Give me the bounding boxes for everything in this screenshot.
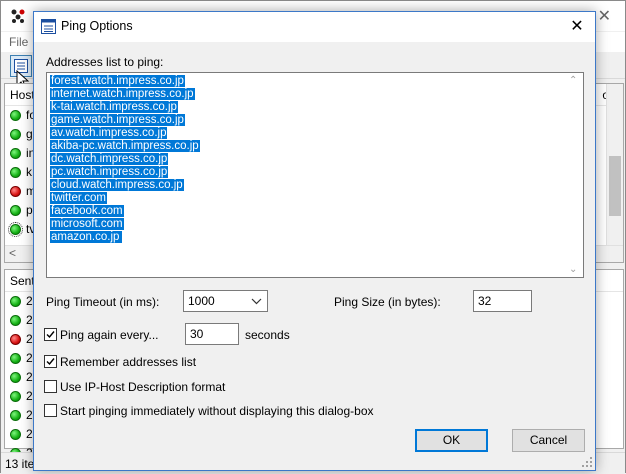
list-item-text: p bbox=[26, 203, 33, 217]
list-options-icon bbox=[41, 19, 56, 34]
address-text: microsoft.com bbox=[50, 218, 124, 230]
ping-again-checkbox[interactable] bbox=[44, 328, 57, 341]
chevron-down-icon bbox=[251, 298, 262, 305]
address-line: cloud.watch.impress.co.jp bbox=[50, 179, 200, 192]
hosts-list-scrollbar[interactable] bbox=[606, 84, 623, 262]
list-item-text: 2 bbox=[26, 332, 33, 346]
address-line: microsoft.com bbox=[50, 218, 200, 231]
address-line: pc.watch.impress.co.jp bbox=[50, 166, 200, 179]
dialog-titlebar: Ping Options ✕ bbox=[34, 12, 595, 42]
column-sent-header[interactable]: Sent bbox=[10, 274, 35, 288]
address-text: forest.watch.impress.co.jp bbox=[50, 75, 185, 87]
status-ok-icon bbox=[10, 410, 21, 421]
scroll-up-icon[interactable]: ⌃ bbox=[569, 75, 577, 86]
remember-addresses-checkbox[interactable] bbox=[44, 355, 57, 368]
status-ok-icon bbox=[10, 429, 21, 440]
cancel-button[interactable]: Cancel bbox=[512, 429, 585, 452]
checkmark-icon bbox=[46, 358, 55, 366]
address-text: twitter.com bbox=[50, 192, 107, 204]
iphost-format-label[interactable]: Use IP-Host Description format bbox=[60, 380, 225, 394]
status-ok-icon bbox=[10, 167, 21, 178]
addresses-scrollbar[interactable]: ⌃ ⌄ bbox=[566, 73, 583, 277]
address-line: k-tai.watch.impress.co.jp bbox=[50, 101, 200, 114]
main-close-icon[interactable]: ✕ bbox=[598, 6, 611, 26]
text-caret bbox=[120, 231, 123, 243]
ping-interval-input[interactable]: 30 bbox=[185, 323, 239, 345]
address-text: internet.watch.impress.co.jp bbox=[50, 88, 195, 100]
status-ok-icon bbox=[10, 129, 21, 140]
address-line: dc.watch.impress.co.jp bbox=[50, 153, 200, 166]
ok-button[interactable]: OK bbox=[415, 429, 488, 452]
status-ok-icon bbox=[10, 110, 21, 121]
app-icon bbox=[11, 9, 25, 23]
address-text: av.watch.impress.co.jp bbox=[50, 127, 168, 139]
address-line: game.watch.impress.co.jp bbox=[50, 114, 200, 127]
column-host-header[interactable]: Host bbox=[10, 88, 35, 102]
status-ok-icon bbox=[10, 315, 21, 326]
start-immediately-label[interactable]: Start pinging immediately without displa… bbox=[60, 404, 374, 418]
list-item-text: 2 bbox=[26, 408, 33, 422]
address-line: internet.watch.impress.co.jp bbox=[50, 88, 200, 101]
ping-again-label[interactable]: Ping again every... bbox=[60, 328, 159, 342]
address-text: cloud.watch.impress.co.jp bbox=[50, 179, 184, 191]
status-ok-icon bbox=[10, 296, 21, 307]
list-item-text: 2 bbox=[26, 370, 33, 384]
list-item-text: 2 bbox=[26, 294, 33, 308]
status-ok-icon bbox=[8, 222, 23, 237]
status-ok-icon bbox=[10, 148, 21, 159]
ping-timeout-value: 1000 bbox=[188, 294, 215, 308]
dialog-close-button[interactable]: ✕ bbox=[559, 12, 595, 41]
scroll-down-icon[interactable]: ⌄ bbox=[569, 264, 577, 275]
address-text: amazon.co.jp bbox=[50, 231, 121, 244]
status-failed-icon bbox=[10, 334, 21, 345]
ping-interval-value: 30 bbox=[190, 327, 204, 341]
checkmark-icon bbox=[46, 331, 55, 339]
status-ok-icon bbox=[10, 372, 21, 383]
start-immediately-checkbox[interactable] bbox=[44, 404, 57, 417]
address-text: game.watch.impress.co.jp bbox=[50, 114, 185, 126]
address-line: amazon.co.jp bbox=[50, 231, 200, 244]
list-item-text: g bbox=[26, 127, 33, 141]
close-icon: ✕ bbox=[570, 18, 584, 35]
resize-grip-icon[interactable] bbox=[581, 456, 593, 468]
seconds-label: seconds bbox=[245, 328, 290, 342]
status-ok-icon bbox=[10, 391, 21, 402]
remember-addresses-label[interactable]: Remember addresses list bbox=[60, 355, 196, 369]
address-text: pc.watch.impress.co.jp bbox=[50, 166, 169, 178]
status-ok-icon bbox=[10, 205, 21, 216]
status-failed-icon bbox=[10, 186, 21, 197]
address-line: facebook.com bbox=[50, 205, 200, 218]
addresses-textarea[interactable]: forest.watch.impress.co.jp internet.watch… bbox=[46, 72, 584, 278]
ping-size-input[interactable]: 32 bbox=[473, 290, 532, 312]
address-line: av.watch.impress.co.jp bbox=[50, 127, 200, 140]
dialog-title: Ping Options bbox=[61, 19, 133, 33]
list-item-text: 2 bbox=[26, 427, 33, 441]
list-item-text: 2 bbox=[26, 351, 33, 365]
address-text: dc.watch.impress.co.jp bbox=[50, 153, 169, 165]
addresses-label: Addresses list to ping: bbox=[46, 55, 164, 69]
ping-size-value: 32 bbox=[478, 294, 492, 308]
list-item-text: 2 bbox=[26, 313, 33, 327]
list-item-text: 2 bbox=[26, 389, 33, 403]
status-ok-icon bbox=[10, 353, 21, 364]
ping-size-label: Ping Size (in bytes): bbox=[334, 295, 441, 309]
address-text: akiba-pc.watch.impress.co.jp bbox=[50, 140, 200, 152]
address-line: akiba-pc.watch.impress.co.jp bbox=[50, 140, 200, 153]
address-line: forest.watch.impress.co.jp bbox=[50, 75, 200, 88]
scroll-left-icon[interactable]: < bbox=[9, 246, 16, 260]
menu-file[interactable]: File bbox=[9, 35, 28, 49]
list-item-text: k bbox=[26, 165, 32, 179]
ping-timeout-select[interactable]: 1000 bbox=[183, 290, 268, 312]
address-text: facebook.com bbox=[50, 205, 124, 217]
iphost-format-checkbox[interactable] bbox=[44, 380, 57, 393]
address-line: twitter.com bbox=[50, 192, 200, 205]
ping-timeout-label: Ping Timeout (in ms): bbox=[46, 295, 160, 309]
ping-options-dialog: Ping Options ✕ Addresses list to ping: f… bbox=[33, 11, 596, 471]
address-text: k-tai.watch.impress.co.jp bbox=[50, 101, 178, 113]
